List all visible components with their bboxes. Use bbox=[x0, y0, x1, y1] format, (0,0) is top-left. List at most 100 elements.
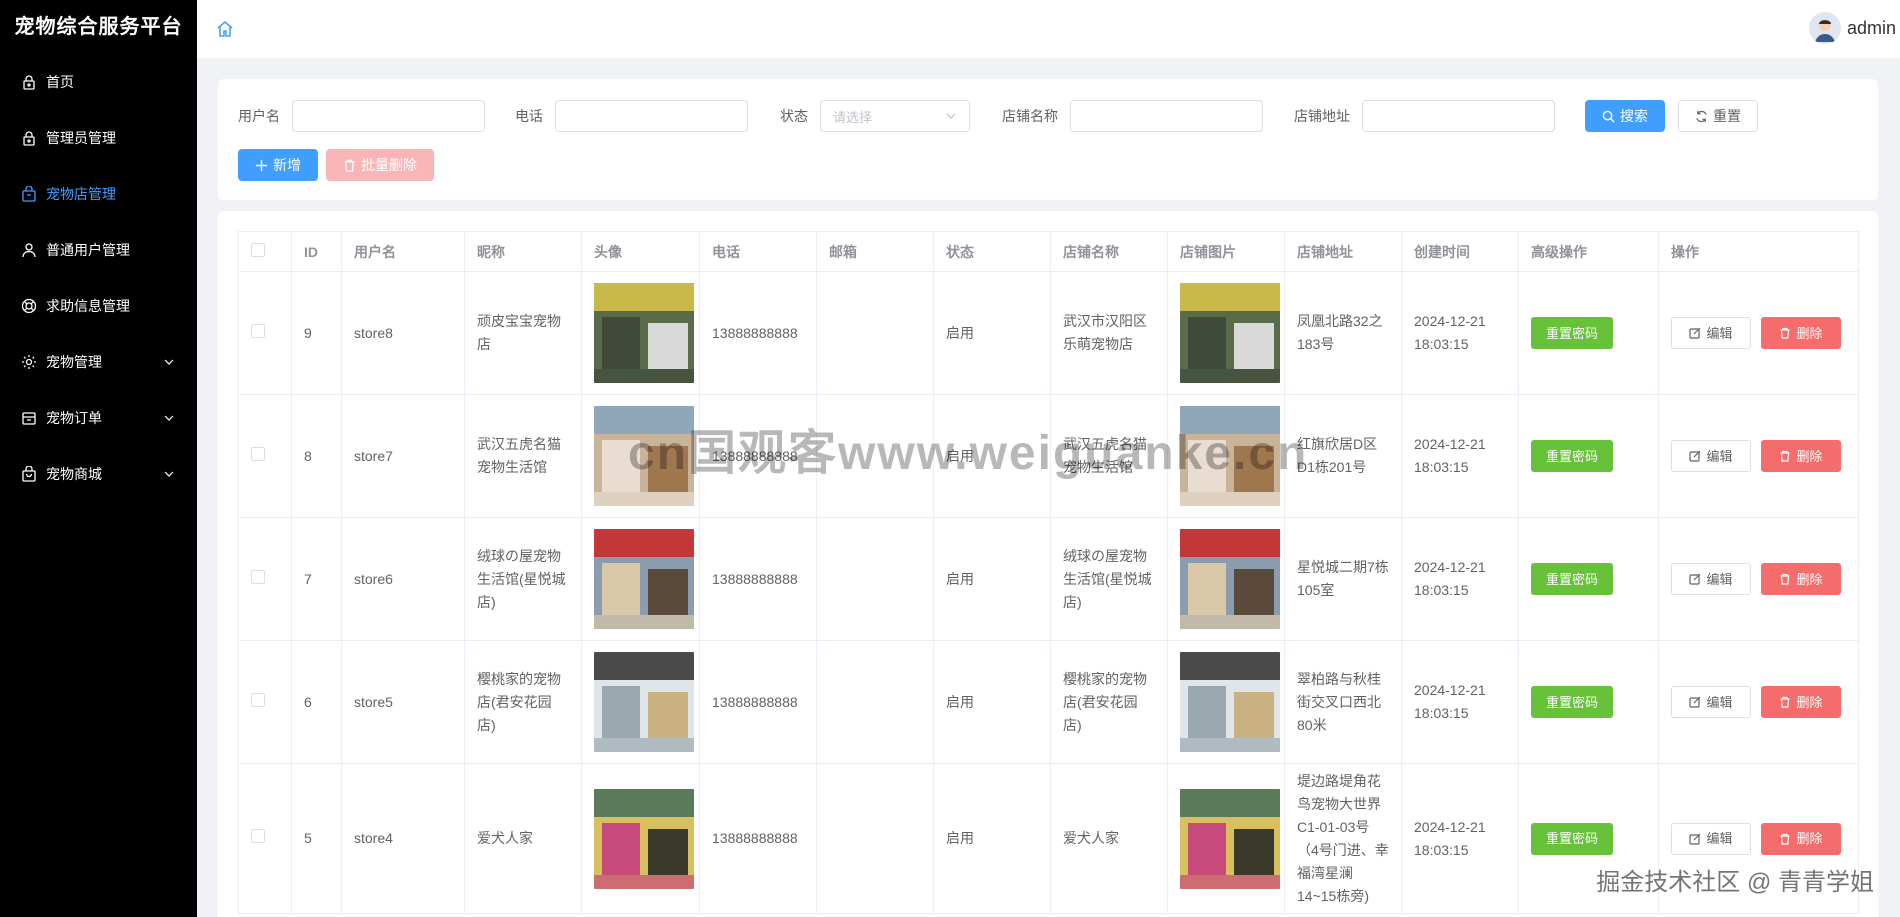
sidebar-item-label: 宠物订单 bbox=[46, 410, 102, 426]
edit-button[interactable]: 编辑 bbox=[1671, 440, 1751, 472]
shop-image[interactable] bbox=[1180, 788, 1280, 889]
shop-image[interactable] bbox=[1180, 652, 1280, 752]
created-time-cell: 2024-12-21 18:03:15 bbox=[1401, 394, 1519, 518]
add-button[interactable]: 新增 bbox=[238, 149, 318, 181]
avatar-image[interactable] bbox=[594, 406, 694, 506]
actions-cell: 编辑 删除 bbox=[1658, 763, 1859, 914]
delete-button[interactable]: 删除 bbox=[1761, 317, 1841, 349]
avatar-image[interactable] bbox=[594, 652, 694, 752]
avatar-image[interactable] bbox=[594, 529, 694, 629]
status-cell: 启用 bbox=[933, 517, 1051, 641]
select-cell bbox=[238, 394, 292, 518]
delete-button[interactable]: 删除 bbox=[1761, 686, 1841, 718]
home-icon[interactable] bbox=[215, 19, 235, 39]
shop-name-cell: 武汉五虎名猫宠物生活馆 bbox=[1050, 394, 1168, 518]
row-checkbox[interactable] bbox=[251, 323, 265, 338]
reset-password-button[interactable]: 重置密码 bbox=[1531, 440, 1614, 472]
shop-image[interactable] bbox=[1180, 406, 1280, 506]
row-checkbox[interactable] bbox=[251, 446, 265, 461]
row-checkbox[interactable] bbox=[251, 569, 265, 584]
batch-delete-button[interactable]: 批量删除 bbox=[326, 149, 434, 181]
row-checkbox[interactable] bbox=[251, 829, 265, 843]
delete-button[interactable]: 删除 bbox=[1761, 563, 1841, 595]
app-title: 宠物综合服务平台 bbox=[14, 16, 183, 38]
table-row: 6 store5 樱桃家的宠物店(君安花园店) 13888888888 启用 樱桃家的宠物… bbox=[238, 640, 1859, 764]
shop-image[interactable] bbox=[1180, 283, 1280, 383]
reset-button-label: 重置 bbox=[1713, 108, 1741, 124]
shop-address-input[interactable] bbox=[1362, 100, 1555, 132]
row-checkbox[interactable] bbox=[251, 692, 265, 707]
edit-button[interactable]: 编辑 bbox=[1671, 317, 1751, 349]
shop-address-cell: 翠柏路与秋桂街交叉口西北80米 bbox=[1284, 640, 1402, 764]
advanced-actions-cell: 重置密码 bbox=[1518, 517, 1659, 641]
shop-name-input[interactable] bbox=[1070, 100, 1263, 132]
column-header: 高级操作 bbox=[1518, 231, 1659, 272]
table-row: 8 store7 武汉五虎名猫宠物生活馆 13888888888 启用 武汉五虎名猫宠物生… bbox=[238, 394, 1859, 518]
trash-icon bbox=[1780, 327, 1790, 339]
select-all-checkbox[interactable] bbox=[251, 243, 265, 257]
delete-label: 删除 bbox=[1796, 571, 1823, 587]
reset-password-button[interactable]: 重置密码 bbox=[1531, 822, 1614, 855]
phone-cell: 13888888888 bbox=[699, 394, 817, 518]
id-cell: 8 bbox=[291, 394, 342, 518]
edit-button[interactable]: 编辑 bbox=[1671, 822, 1751, 855]
reset-password-label: 重置密码 bbox=[1546, 571, 1599, 587]
user-menu[interactable]: admin bbox=[1808, 12, 1896, 44]
avatar-image[interactable] bbox=[594, 788, 694, 889]
search-button[interactable]: 搜索 bbox=[1585, 100, 1665, 132]
chevron-down-icon bbox=[946, 113, 956, 119]
reset-password-button[interactable]: 重置密码 bbox=[1531, 686, 1614, 718]
search-button-label: 搜索 bbox=[1620, 108, 1648, 124]
reset-password-button[interactable]: 重置密码 bbox=[1531, 563, 1614, 595]
nickname-cell: 顽皮宝宝宠物店 bbox=[464, 271, 582, 395]
delete-label: 删除 bbox=[1796, 325, 1823, 341]
sidebar-item-label: 宠物店管理 bbox=[46, 186, 116, 202]
phone-input[interactable] bbox=[555, 100, 748, 132]
actions-cell: 编辑 删除 bbox=[1658, 640, 1859, 764]
column-header: 电话 bbox=[699, 231, 817, 272]
edit-icon bbox=[1689, 327, 1701, 339]
reset-button[interactable]: 重置 bbox=[1678, 100, 1758, 132]
username: admin bbox=[1846, 17, 1896, 38]
nickname-cell: 武汉五虎名猫宠物生活馆 bbox=[464, 394, 582, 518]
shop-name-cell: 武汉市汉阳区乐萌宠物店 bbox=[1050, 271, 1168, 395]
status-select[interactable]: 请选择 bbox=[820, 100, 970, 132]
avatar-image[interactable] bbox=[594, 283, 694, 383]
trash-icon bbox=[1780, 573, 1790, 585]
chevron-down-icon bbox=[164, 359, 174, 365]
column-header: 昵称 bbox=[464, 231, 582, 272]
status-cell: 启用 bbox=[933, 763, 1051, 914]
shop-image[interactable] bbox=[1180, 529, 1280, 629]
username-cell: store5 bbox=[341, 640, 465, 764]
delete-button[interactable]: 删除 bbox=[1761, 822, 1841, 855]
search-icon bbox=[1602, 110, 1615, 123]
table-header-row: ID 用户名 昵称 头像 电话 邮箱 状态 店铺名称 店铺图片 店铺地址 创建时… bbox=[238, 231, 1859, 272]
refresh-icon bbox=[1696, 110, 1707, 122]
edit-button[interactable]: 编辑 bbox=[1671, 686, 1751, 718]
sidebar-item-admin[interactable]: 管理员管理 bbox=[0, 110, 197, 166]
phone-label: 电话 bbox=[515, 108, 543, 124]
reset-password-button[interactable]: 重置密码 bbox=[1531, 317, 1614, 349]
sidebar-item-help[interactable]: 求助信息管理 bbox=[0, 278, 197, 334]
phone-cell: 13888888888 bbox=[699, 517, 817, 641]
sidebar-item-orders[interactable]: 宠物订单 bbox=[0, 390, 197, 446]
actions-cell: 编辑 删除 bbox=[1658, 394, 1859, 518]
shop-image-cell bbox=[1167, 394, 1285, 518]
sidebar-item-mall[interactable]: 宠物商城 bbox=[0, 446, 197, 502]
sidebar-item-pet-store[interactable]: 宠物店管理 bbox=[0, 166, 197, 222]
username-input[interactable] bbox=[292, 100, 485, 132]
sidebar-item-users[interactable]: 普通用户管理 bbox=[0, 222, 197, 278]
delete-label: 删除 bbox=[1796, 831, 1823, 846]
delete-button[interactable]: 删除 bbox=[1761, 440, 1841, 472]
search-panel: 用户名 电话 状态 请选择 店铺名称 店铺地址 搜索 重置 新增 批量删除 bbox=[218, 79, 1878, 200]
created-time-cell: 2024-12-21 18:03:15 bbox=[1401, 271, 1519, 395]
column-header: 用户名 bbox=[341, 231, 465, 272]
sidebar-item-pets[interactable]: 宠物管理 bbox=[0, 334, 197, 390]
username-cell: store6 bbox=[341, 517, 465, 641]
trash-icon bbox=[1780, 696, 1790, 708]
help-ring-icon bbox=[20, 297, 38, 315]
advanced-actions-cell: 重置密码 bbox=[1518, 271, 1659, 395]
user-icon bbox=[20, 241, 38, 259]
sidebar-item-home[interactable]: 首页 bbox=[0, 54, 197, 110]
edit-button[interactable]: 编辑 bbox=[1671, 563, 1751, 595]
